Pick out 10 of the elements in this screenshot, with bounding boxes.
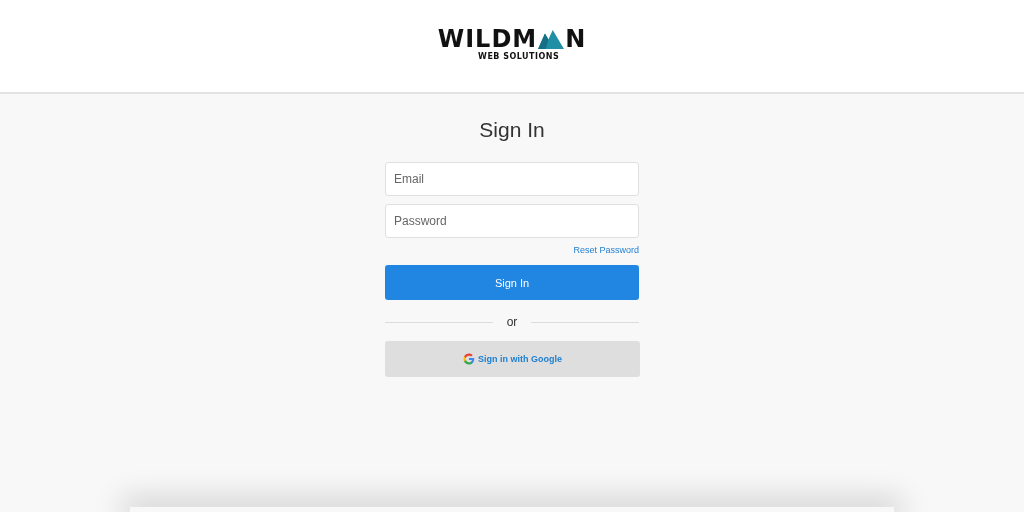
input-field[interactable]: Password <box>385 204 639 238</box>
logo-wordmark: WILDM <box>437 27 538 51</box>
reset-password-link[interactable]: Reset Password <box>573 245 639 255</box>
divider-text: or <box>506 315 518 329</box>
logo-wordmark: N <box>565 27 587 51</box>
page-title: Sign In <box>478 118 546 142</box>
sign-in-button[interactable]: Sign In <box>385 265 639 300</box>
google-sign-in-button[interactable]: Sign in with Google <box>385 341 640 377</box>
logo-tagline: WEB SOLUTIONS <box>478 52 560 61</box>
input-field[interactable]: Email <box>385 162 639 196</box>
